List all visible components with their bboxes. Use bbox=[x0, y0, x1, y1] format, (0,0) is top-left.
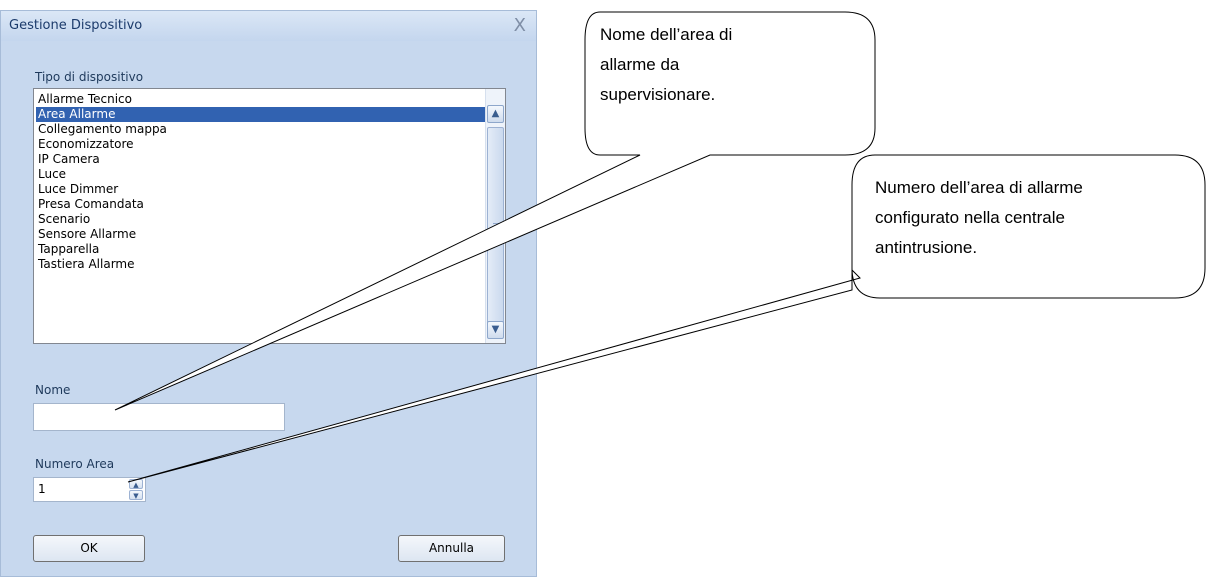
callout-area-number: Numero dell’area di allarme configurato … bbox=[875, 173, 1083, 263]
callout-bubble-area-name bbox=[114, 11, 876, 411]
callout-area-name: Nome dell’area di allarme da supervision… bbox=[600, 20, 732, 110]
callout-line: supervisionare. bbox=[600, 85, 716, 104]
callout-line: allarme da bbox=[600, 55, 680, 74]
callout-line: configurato nella centrale bbox=[875, 208, 1065, 227]
callout-line: antintrusione. bbox=[875, 238, 978, 257]
callout-line: Numero dell’area di allarme bbox=[875, 178, 1083, 197]
callout-line: Nome dell’area di bbox=[600, 25, 733, 44]
